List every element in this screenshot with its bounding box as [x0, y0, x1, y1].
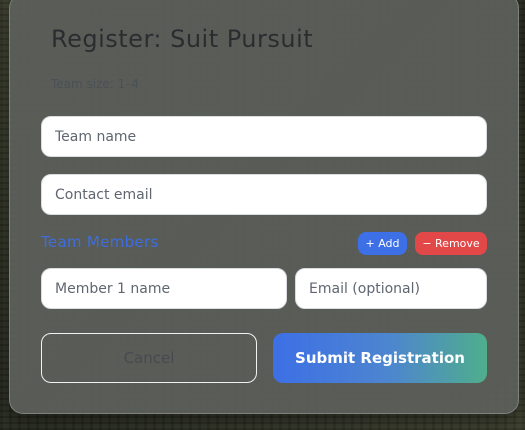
member-name-input[interactable]: [41, 268, 287, 309]
submit-registration-button[interactable]: Submit Registration: [273, 333, 487, 383]
contact-email-input[interactable]: [41, 174, 487, 215]
modal-title: Register: Suit Pursuit: [51, 25, 314, 53]
cancel-button[interactable]: Cancel: [41, 333, 257, 383]
team-name-input[interactable]: [41, 116, 487, 157]
team-members-heading: Team Members: [41, 233, 159, 251]
add-member-button[interactable]: + Add: [358, 232, 407, 255]
team-size-note: Team size: 1–4: [51, 77, 139, 91]
remove-member-button[interactable]: − Remove: [415, 232, 487, 255]
member-email-input[interactable]: [295, 268, 487, 309]
